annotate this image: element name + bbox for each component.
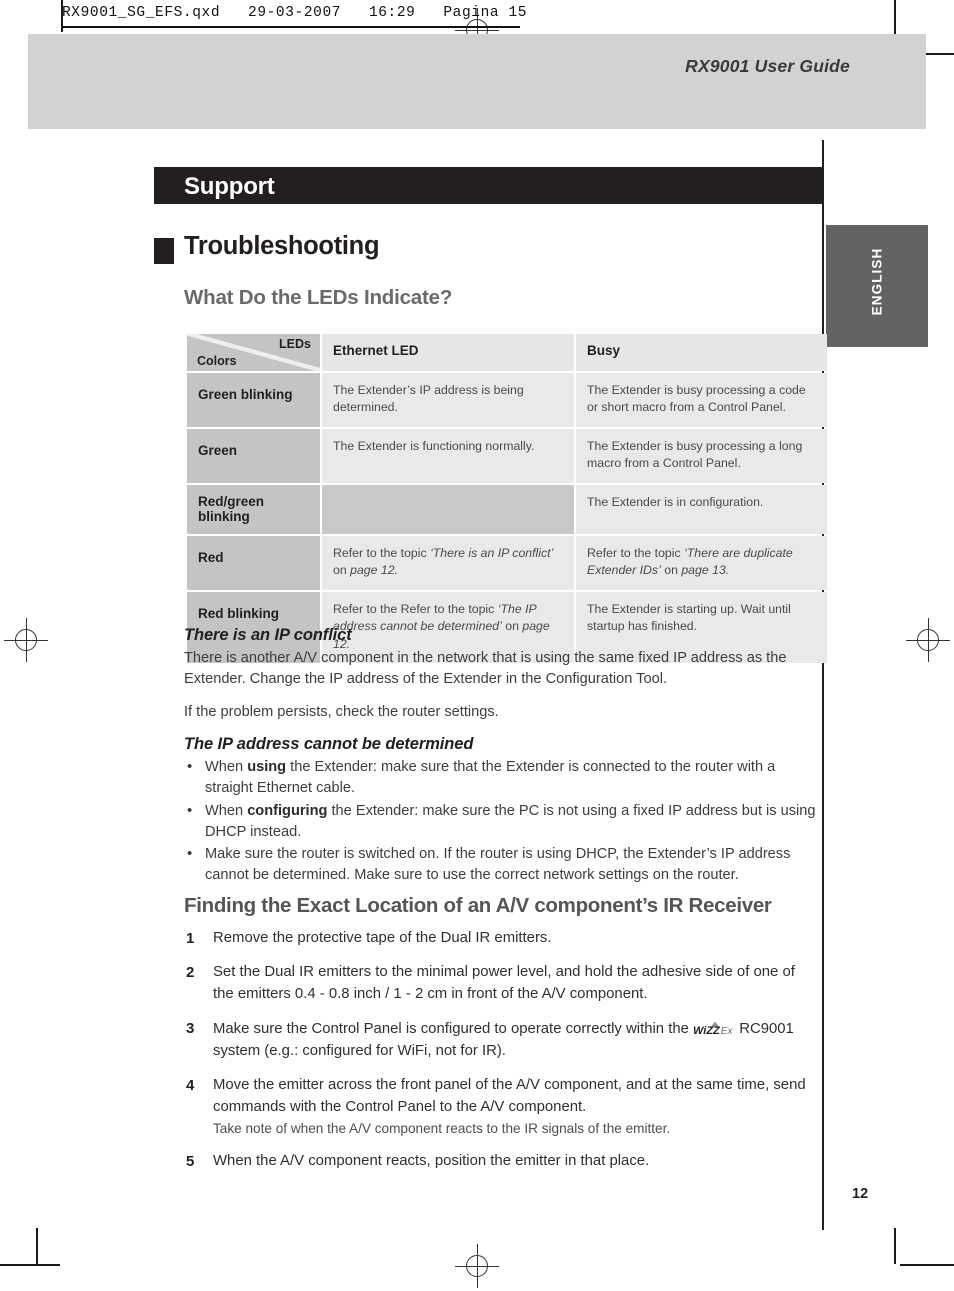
numbered-steps-list: Remove the protective tape of the Dual I…	[184, 928, 818, 1174]
crop-mark-bottom-right-horizontal	[900, 1264, 954, 1266]
page-title: Troubleshooting	[154, 232, 822, 270]
running-head: RX9001 User Guide	[685, 56, 850, 76]
prepress-file-header: RX9001_SG_EFS.qxd 29-03-2007 16:29 Pagin…	[0, 0, 954, 34]
row-label-red: Red	[187, 535, 320, 590]
step-text: Move the emitter across the front panel …	[213, 1077, 806, 1115]
cell-text-mid: on	[660, 563, 682, 578]
cell-busy-green: The Extender is busy processing a long m…	[576, 428, 827, 483]
page-top-band	[28, 34, 926, 129]
bullet-list-ip-undetermined: When using the Extender: make sure that …	[184, 756, 818, 887]
cell-ethernet-red: Refer to the topic ‘There is an IP confl…	[322, 535, 574, 590]
paragraph-ip-conflict-1: There is another A/V component in the ne…	[184, 650, 787, 688]
list-item-step-5: When the A/V component reacts, position …	[184, 1151, 818, 1173]
list-item-step-3: Make sure the Control Panel is configure…	[184, 1018, 818, 1062]
bullet-text-bold: using	[247, 759, 287, 775]
column-header-ethernet: Ethernet LED	[322, 334, 574, 371]
row-label-green-blinking: Green blinking	[187, 373, 320, 427]
prepress-header-underline	[62, 26, 520, 28]
crop-mark-bottom-left-vertical	[36, 1228, 38, 1264]
row-label-red-green-blinking: Red/green blinking	[187, 484, 320, 534]
page-vertical-rule	[822, 140, 824, 1230]
language-tab-english: ENGLISH	[826, 225, 928, 347]
cell-text-italic-page: page 12.	[350, 563, 398, 578]
cell-text-pre: Refer to the topic	[587, 545, 685, 560]
section-ip-conflict: There is an IP conflict There is another…	[184, 626, 818, 734]
svg-text:.Ex: .Ex	[718, 1026, 733, 1036]
cell-busy-red: Refer to the topic ‘There are duplicate …	[576, 535, 827, 590]
bullet-text-post: the Extender: make sure that the Extende…	[205, 759, 776, 797]
led-indicator-table: LEDs Colors Ethernet LED Busy Green blin…	[185, 332, 829, 665]
cell-busy-red-green-blinking: The Extender is in configuration.	[576, 484, 827, 534]
registration-mark-left	[4, 618, 48, 662]
registration-mark-right	[906, 618, 950, 662]
cell-ethernet-green: The Extender is functioning normally.	[322, 428, 574, 483]
cell-text-mid: on	[333, 563, 351, 578]
prepress-file-header-text: RX9001_SG_EFS.qxd 29-03-2007 16:29 Pagin…	[62, 5, 528, 21]
square-bullet-icon	[154, 238, 174, 264]
paragraph-ip-conflict-2: If the problem persists, check the route…	[184, 703, 499, 720]
section-locating-ir-receiver: Finding the Exact Location of an A/V com…	[184, 894, 818, 1186]
cell-text-italic-topic: ‘There is an IP conflict’	[430, 545, 554, 560]
list-item-step-2: Set the Dual IR emitters to the minimal …	[184, 962, 818, 1005]
registration-mark-bottom	[455, 1244, 499, 1288]
page-title-text: Troubleshooting	[184, 232, 380, 260]
column-header-busy: Busy	[576, 334, 827, 371]
step-text: Remove the protective tape of the Dual I…	[213, 930, 552, 946]
table-row: Green blinking The Extender’s IP address…	[187, 373, 827, 427]
list-item-step-1: Remove the protective tape of the Dual I…	[184, 928, 818, 950]
cell-busy-green-blinking: The Extender is busy processing a code o…	[576, 373, 827, 427]
chapter-banner-title: Support	[184, 173, 275, 200]
wizzex-logo-icon: WiZZ .Ex	[693, 1021, 735, 1037]
language-tab-label: ENGLISH	[869, 247, 885, 316]
bullet-text-post: Make sure the router is switched on. If …	[205, 846, 791, 884]
cell-text-italic-page: page 13.	[681, 563, 730, 578]
subheading-ip-conflict: There is an IP conflict	[184, 626, 352, 644]
table-corner-colors-label: Colors	[197, 354, 237, 368]
list-item: When configuring the Extender: make sure…	[184, 800, 818, 844]
chapter-banner: Support	[154, 167, 822, 204]
bullet-text-bold: configuring	[247, 802, 328, 819]
crop-mark-bottom-right-vertical	[894, 1228, 896, 1264]
step-text: Set the Dual IR emitters to the minimal …	[213, 964, 795, 1002]
table-row: Red/green blinking The Extender is in co…	[187, 484, 827, 534]
row-label-green: Green	[187, 428, 320, 483]
table-header-row: LEDs Colors Ethernet LED Busy	[187, 334, 827, 371]
bullet-text-pre: When	[205, 802, 248, 819]
step-text-before-logo: Make sure the Control Panel is configure…	[213, 1021, 694, 1038]
cell-text-pre: Refer to the topic	[333, 545, 431, 560]
svg-text:WiZZ: WiZZ	[693, 1025, 721, 1036]
list-item: Make sure the router is switched on. If …	[184, 843, 818, 887]
subheading-ip-undetermined: The IP address cannot be determined	[184, 735, 474, 753]
bullet-text-pre: When	[205, 759, 248, 775]
list-item: When using the Extender: make sure that …	[184, 756, 818, 800]
step-text: When the A/V component reacts, position …	[213, 1153, 650, 1170]
page-number: 12	[852, 1186, 869, 1202]
table-row: Red Refer to the topic ‘There is an IP c…	[187, 535, 827, 590]
step-subnote: Take note of when the A/V component reac…	[213, 1121, 671, 1137]
table-corner-leds-label: LEDs	[279, 337, 311, 351]
cell-ethernet-green-blinking: The Extender’s IP address is being deter…	[322, 373, 574, 427]
crop-mark-bottom-left-horizontal	[0, 1264, 60, 1266]
section-heading-locating: Finding the Exact Location of an A/V com…	[184, 894, 772, 917]
section-heading-leds: What Do the LEDs Indicate?	[184, 286, 453, 309]
cell-text-pre: Refer to the Refer to the topic	[333, 601, 498, 616]
section-ip-undetermined: The IP address cannot be determined When…	[184, 735, 818, 888]
list-item-step-4: Move the emitter across the front panel …	[184, 1075, 818, 1138]
table-row: Green The Extender is functioning normal…	[187, 428, 827, 483]
cell-ethernet-red-green-blinking	[322, 484, 574, 534]
table-corner-cell: LEDs Colors	[187, 334, 320, 371]
